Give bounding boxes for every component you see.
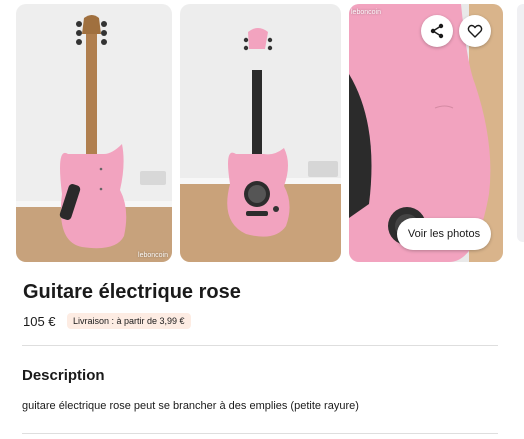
divider: [22, 345, 498, 346]
listing-price: 105 €: [23, 314, 56, 329]
guitar-back-image: [16, 4, 172, 262]
gallery-photo-back[interactable]: leboncoin: [16, 4, 172, 262]
gallery-photo-front[interactable]: [180, 4, 341, 262]
view-photos-button[interactable]: Voir les photos: [397, 218, 491, 250]
description-text: guitare électrique rose peut se brancher…: [22, 400, 359, 412]
divider: [22, 433, 498, 434]
heart-icon: [467, 24, 483, 38]
share-button[interactable]: [421, 15, 453, 47]
description-heading: Description: [22, 367, 105, 384]
watermark: leboncoin: [351, 9, 381, 16]
watermark: leboncoin: [138, 252, 168, 259]
guitar-front-image: [180, 4, 341, 262]
photo-gallery: leboncoin leboncoin Voir les photos: [0, 0, 524, 266]
share-icon: [430, 23, 444, 39]
listing-title: Guitare électrique rose: [23, 281, 241, 303]
delivery-badge: Livraison : à partir de 3,99 €: [67, 313, 191, 329]
carousel-edge: [517, 4, 524, 242]
favorite-button[interactable]: [459, 15, 491, 47]
